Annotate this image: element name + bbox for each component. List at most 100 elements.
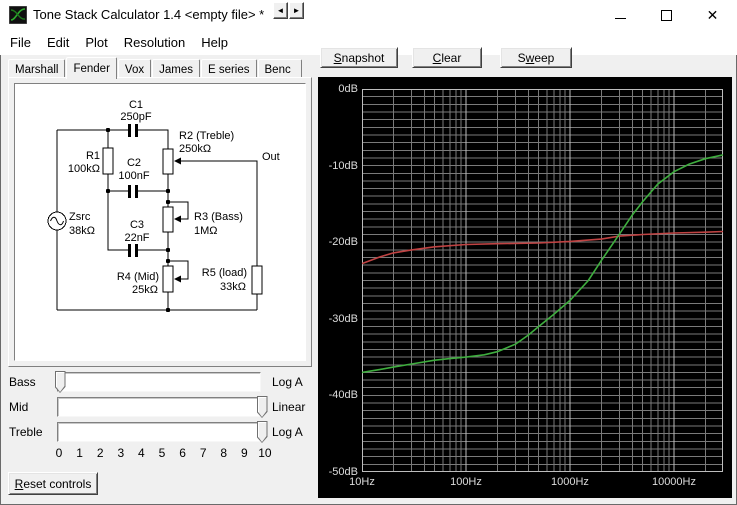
tab-scroll-right-button[interactable]: ► bbox=[289, 2, 304, 19]
snapshot-button[interactable]: Snapshot bbox=[320, 47, 398, 68]
c1-value-label: 250pF bbox=[120, 111, 151, 123]
mid-label: Mid bbox=[9, 400, 29, 414]
resistor-r5 bbox=[251, 265, 263, 295]
x-axis-label: 10000Hz bbox=[651, 476, 696, 488]
sweep-button[interactable]: Sweep bbox=[500, 47, 572, 68]
arrow-right-icon: ► bbox=[292, 5, 301, 15]
r2-ref-label: R2 (Treble) bbox=[179, 130, 234, 142]
mid-slider[interactable] bbox=[57, 397, 261, 417]
y-axis-label: -30dB bbox=[328, 312, 358, 325]
r4-value-label: 25kΩ bbox=[132, 284, 158, 296]
r4-wiper-arrow bbox=[174, 275, 181, 283]
scale-4: 4 bbox=[138, 446, 145, 460]
x-axis-label: 100Hz bbox=[450, 476, 482, 488]
circuit-diagram: C1 250pF R2 (Treble) 250kΩ R1 100kΩ C2 1… bbox=[14, 83, 306, 361]
tab-bench[interactable]: Benc bbox=[257, 59, 302, 78]
capacitor-c3 bbox=[128, 244, 131, 257]
menu-resolution[interactable]: Resolution bbox=[116, 32, 193, 53]
y-axis-label: -20dB bbox=[328, 236, 358, 249]
minimize-icon bbox=[615, 17, 626, 19]
r5-ref-label: R5 (load) bbox=[202, 267, 247, 279]
minimize-button[interactable] bbox=[598, 0, 643, 30]
mid-slider-thumb[interactable] bbox=[256, 396, 268, 418]
capacitor-c2b bbox=[135, 185, 138, 198]
scale-10: 10 bbox=[258, 446, 272, 460]
r3-ref-label: R3 (Bass) bbox=[194, 211, 243, 223]
scale-0: 0 bbox=[55, 446, 63, 460]
out-label: Out bbox=[262, 151, 280, 163]
wire-r4-wiper-link bbox=[168, 260, 189, 280]
r2-wiper-arrow bbox=[174, 157, 181, 165]
c3-ref-label: C3 bbox=[130, 219, 144, 231]
menu-plot[interactable]: Plot bbox=[77, 32, 115, 53]
arrow-left-icon: ◄ bbox=[276, 5, 285, 15]
resistor-r3 bbox=[162, 206, 174, 233]
slider-scale: 0 1 2 3 4 5 6 7 8 9 10 bbox=[52, 446, 272, 460]
bass-slider-thumb[interactable] bbox=[54, 371, 66, 393]
mid-taper-label: Linear bbox=[272, 400, 306, 414]
capacitor-c1 bbox=[128, 124, 131, 137]
treble-slider-thumb[interactable] bbox=[256, 421, 268, 443]
clear-button[interactable]: Clear bbox=[412, 47, 482, 68]
capacitor-c1b bbox=[135, 124, 138, 137]
reset-controls-button[interactable]: Reset controls bbox=[8, 472, 98, 495]
source-sine-icon bbox=[50, 216, 64, 226]
scale-5: 5 bbox=[158, 446, 166, 460]
r2-value-label: 250kΩ bbox=[179, 143, 211, 155]
close-icon: ✕ bbox=[706, 7, 719, 23]
treble-label: Treble bbox=[9, 425, 43, 439]
resistor-r4 bbox=[162, 265, 174, 293]
r1-ref-label: R1 bbox=[86, 150, 100, 162]
source-name-label: Zsrc bbox=[69, 211, 91, 223]
menu-edit[interactable]: Edit bbox=[39, 32, 77, 53]
tab-fender[interactable]: Fender bbox=[66, 57, 117, 79]
y-axis-label: -40dB bbox=[328, 389, 358, 402]
bass-slider[interactable] bbox=[57, 372, 261, 392]
close-button[interactable]: ✕ bbox=[690, 0, 735, 30]
scale-1: 1 bbox=[76, 446, 83, 460]
tone-stack-tabs: Marshall Fender Vox James E series Benc bbox=[8, 57, 312, 79]
maximize-icon bbox=[661, 9, 672, 21]
c2-value-label: 100nF bbox=[118, 170, 149, 182]
app-icon bbox=[8, 5, 28, 25]
r3-wiper-arrow bbox=[174, 215, 181, 223]
menu-help[interactable]: Help bbox=[193, 32, 236, 53]
r3-value-label: 1MΩ bbox=[194, 225, 218, 237]
frequency-response-plot: 0dB -10dB -20dB -30dB -40dB -50dB 10Hz 100Hz 100… bbox=[318, 77, 732, 498]
scale-8: 8 bbox=[220, 446, 228, 460]
bass-label: Bass bbox=[9, 375, 36, 389]
tab-marshall[interactable]: Marshall bbox=[8, 59, 66, 78]
capacitor-c3b bbox=[135, 244, 138, 257]
y-axis-label: -10dB bbox=[328, 159, 358, 172]
tab-e-series[interactable]: E series bbox=[200, 59, 257, 78]
tab-james[interactable]: James bbox=[152, 59, 200, 78]
x-axis-label: 10Hz bbox=[349, 476, 375, 488]
r1-value-label: 100kΩ bbox=[68, 163, 100, 175]
resistor-r2 bbox=[162, 148, 174, 175]
r5-value-label: 33kΩ bbox=[220, 281, 246, 293]
bass-taper-label: Log A bbox=[272, 375, 303, 389]
tab-vox[interactable]: Vox bbox=[117, 59, 152, 78]
resistor-r1 bbox=[102, 147, 114, 175]
r4-ref-label: R4 (Mid) bbox=[117, 271, 159, 283]
tab-page-fender: C1 250pF R2 (Treble) 250kΩ R1 100kΩ C2 1… bbox=[8, 77, 312, 367]
x-axis-label: 1000Hz bbox=[551, 476, 589, 488]
title-bar: Tone Stack Calculator 1.4 <empty file> *… bbox=[0, 0, 737, 30]
c2-ref-label: C2 bbox=[127, 157, 141, 169]
plot-gridlines bbox=[362, 89, 723, 472]
treble-slider[interactable] bbox=[57, 422, 261, 442]
y-axis-label: 0dB bbox=[338, 83, 358, 95]
scale-9: 9 bbox=[241, 446, 248, 460]
tab-scroll-left-button[interactable]: ◄ bbox=[273, 2, 288, 19]
scale-6: 6 bbox=[179, 446, 186, 460]
treble-taper-label: Log A bbox=[272, 425, 303, 439]
menu-file[interactable]: File bbox=[2, 32, 39, 53]
menu-bar: File Edit Plot Resolution Help bbox=[2, 31, 236, 54]
wire-r3-wiper-link bbox=[168, 201, 189, 220]
c1-ref-label: C1 bbox=[129, 99, 143, 111]
c3-value-label: 22nF bbox=[124, 232, 149, 244]
plot-grid-and-curves bbox=[362, 89, 723, 472]
source-value-label: 38kΩ bbox=[69, 225, 95, 237]
maximize-button[interactable] bbox=[644, 0, 689, 30]
wire-top-rail bbox=[57, 129, 169, 149]
